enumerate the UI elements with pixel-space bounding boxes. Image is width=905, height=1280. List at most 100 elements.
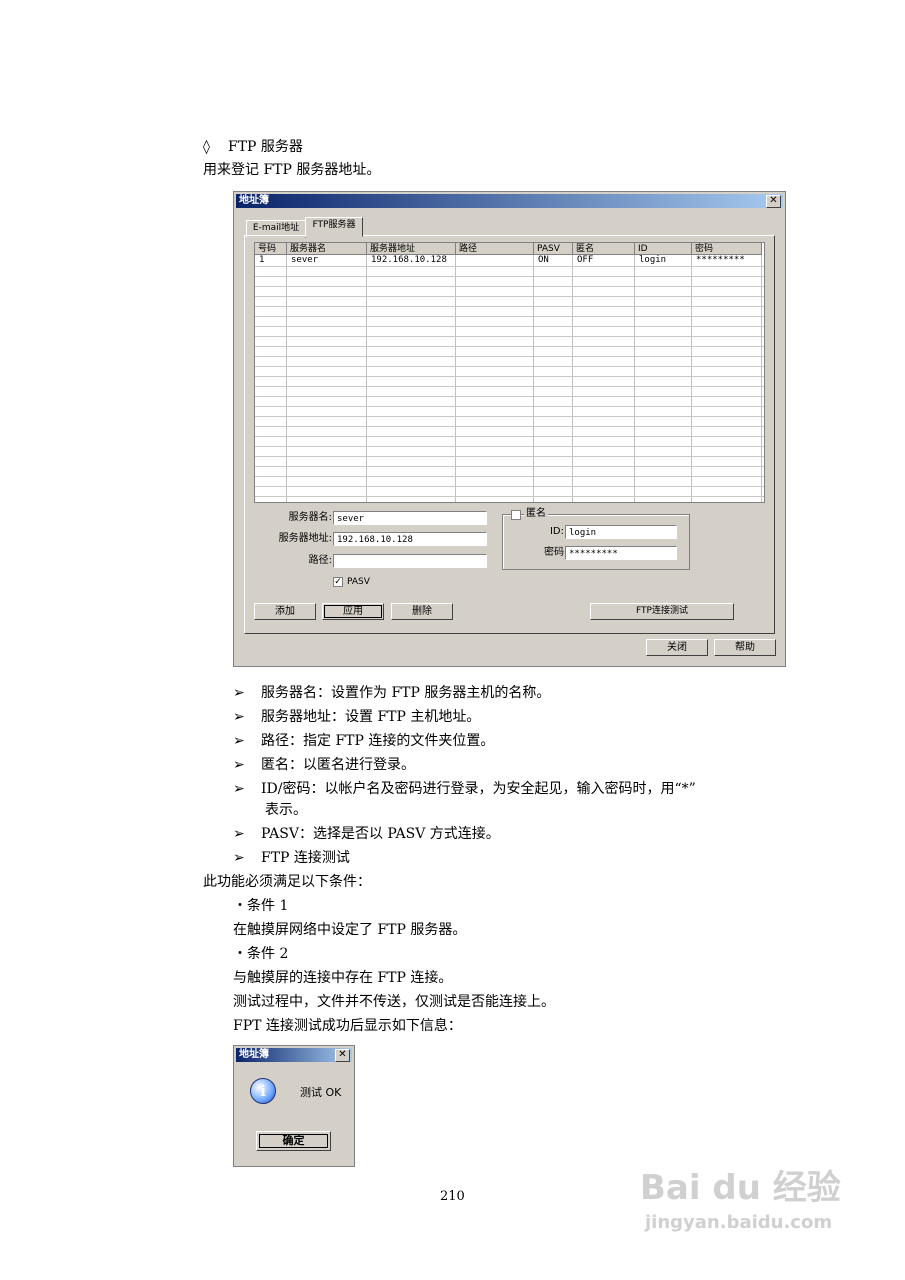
table-cell[interactable]: ********* xyxy=(692,255,762,266)
messagebox-message: 测试 OK xyxy=(300,1086,342,1099)
close-icon[interactable]: ✕ xyxy=(766,195,781,208)
heading-title: FTP 服务器 xyxy=(228,139,303,155)
list-item: ➢ 服务器名：设置作为 FTP 服务器主机的名称。 xyxy=(233,684,833,702)
row-divider xyxy=(255,346,764,347)
bullet-arrow-icon: ➢ xyxy=(233,685,245,701)
intro-text: 用来登记 FTP 服务器地址。 xyxy=(203,162,381,178)
bullet-5-continuation: 表示。 xyxy=(265,802,307,818)
row-divider xyxy=(255,336,764,337)
server-addr-input[interactable]: 192.168.10.128 xyxy=(333,532,487,546)
table-cell[interactable]: 1 xyxy=(255,255,287,266)
ok-button[interactable]: 确定 xyxy=(256,1131,331,1151)
bullet-arrow-icon: ➢ xyxy=(233,850,245,866)
row-divider xyxy=(255,276,764,277)
table-cell[interactable]: ON xyxy=(534,255,573,266)
column-header[interactable]: 路径 xyxy=(456,243,534,255)
bullet-text: 服务器地址：设置 FTP 主机地址。 xyxy=(261,709,481,725)
info-icon: i xyxy=(250,1078,276,1104)
row-divider xyxy=(255,266,764,267)
bullet-text: FTP 连接测试 xyxy=(261,850,350,866)
close-button[interactable]: 关闭 xyxy=(646,639,708,656)
test-note: 测试过程中，文件并不传送，仅测试是否能连接上。 xyxy=(233,994,555,1010)
id-input[interactable]: login xyxy=(565,525,677,539)
page-number: 210 xyxy=(440,1189,465,1204)
password-input[interactable]: ********* xyxy=(565,546,677,560)
list-item: ➢ FTP 连接测试 xyxy=(233,849,833,867)
success-note: FPT 连接测试成功后显示如下信息： xyxy=(233,1018,462,1034)
server-name-input[interactable]: sever xyxy=(333,511,487,525)
row-divider xyxy=(255,376,764,377)
column-header[interactable]: 匿名 xyxy=(573,243,635,255)
apply-button[interactable]: 应用 xyxy=(322,603,384,620)
table-cell[interactable]: login xyxy=(635,255,692,266)
column-divider xyxy=(634,255,635,502)
anonymous-groupbox xyxy=(502,514,690,570)
column-header[interactable]: 服务器名 xyxy=(287,243,367,255)
row-divider xyxy=(255,386,764,387)
bullet-text: 路径：指定 FTP 连接的文件夹位置。 xyxy=(261,733,495,749)
column-divider xyxy=(533,255,534,502)
table-cell[interactable]: sever xyxy=(287,255,367,266)
bullet-arrow-icon: ➢ xyxy=(233,709,245,725)
condition-1-title: ・条件 1 xyxy=(233,898,289,914)
column-divider xyxy=(286,255,287,502)
bullet-text: PASV：选择是否以 PASV 方式连接。 xyxy=(261,826,500,842)
delete-button[interactable]: 删除 xyxy=(391,603,453,620)
column-header[interactable]: ID xyxy=(635,243,692,255)
row-divider xyxy=(255,476,764,477)
password-label: 密码 xyxy=(544,547,564,558)
anonymous-checkbox[interactable] xyxy=(511,510,521,520)
condition-2-text: 与触摸屏的连接中存在 FTP 连接。 xyxy=(233,970,453,986)
list-item: ➢ 匿名：以匿名进行登录。 xyxy=(233,756,833,774)
condition-1-text: 在触摸屏网络中设定了 FTP 服务器。 xyxy=(233,922,467,938)
address-book-dialog: 地址簿 ✕ E-mail地址 FTP服务器 号码 服务器名 服务器地址 路径 PASV 匿… xyxy=(233,191,786,667)
row-divider xyxy=(255,416,764,417)
row-divider xyxy=(255,456,764,457)
list-item: ➢ PASV：选择是否以 PASV 方式连接。 xyxy=(233,825,833,843)
ftp-server-table[interactable]: 号码 服务器名 服务器地址 路径 PASV 匿名 ID 密码 1 sever 192.168.10.… xyxy=(254,242,765,503)
bullet-arrow-icon: ➢ xyxy=(233,733,245,749)
dialog-title: 地址簿 xyxy=(236,194,783,208)
column-divider xyxy=(366,255,367,502)
row-divider xyxy=(255,306,764,307)
tab-ftp[interactable]: FTP服务器 xyxy=(305,217,363,237)
condition-intro: 此功能必须满足以下条件： xyxy=(203,874,371,890)
row-divider xyxy=(255,296,764,297)
column-header[interactable]: 号码 xyxy=(255,243,287,255)
row-divider xyxy=(255,286,764,287)
column-divider xyxy=(761,255,762,502)
column-header[interactable]: 密码 xyxy=(692,243,762,255)
row-divider xyxy=(255,356,764,357)
column-header[interactable]: 服务器地址 xyxy=(367,243,456,255)
path-label: 路径: xyxy=(308,555,332,566)
bullet-text: 匿名：以匿名进行登录。 xyxy=(261,757,415,773)
table-cell[interactable]: 192.168.10.128 xyxy=(367,255,456,266)
row-divider xyxy=(255,486,764,487)
path-input[interactable] xyxy=(333,554,487,568)
row-divider xyxy=(255,406,764,407)
column-divider xyxy=(455,255,456,502)
baidu-watermark-url: jingyan.baidu.com xyxy=(645,1212,833,1233)
help-button[interactable]: 帮助 xyxy=(714,639,776,656)
anonymous-label: 匿名 xyxy=(524,507,548,521)
heading-marker: ◊ xyxy=(203,139,210,155)
list-item: ➢ 服务器地址：设置 FTP 主机地址。 xyxy=(233,708,833,726)
row-divider xyxy=(255,396,764,397)
bullet-arrow-icon: ➢ xyxy=(233,826,245,842)
messagebox-close-icon[interactable]: ✕ xyxy=(335,1049,350,1062)
condition-2-title: ・条件 2 xyxy=(233,946,289,962)
column-header[interactable]: PASV xyxy=(534,243,573,255)
pasv-checkbox[interactable]: ✓ xyxy=(333,577,343,587)
row-divider xyxy=(255,326,764,327)
table-cell[interactable]: OFF xyxy=(573,255,635,266)
test-ok-messagebox: 地址簿 ✕ i 测试 OK 确定 xyxy=(233,1045,355,1167)
bullet-text: ID/密码：以帐户名及密码进行登录，为安全起见，输入密码时，用“*” xyxy=(261,781,696,797)
ftp-test-button[interactable]: FTP连接测试 xyxy=(590,603,734,620)
column-divider xyxy=(691,255,692,502)
add-button[interactable]: 添加 xyxy=(254,603,316,620)
server-addr-label: 服务器地址: xyxy=(278,533,332,544)
row-divider xyxy=(255,366,764,367)
column-divider xyxy=(572,255,573,502)
row-divider xyxy=(255,426,764,427)
bullet-text: 服务器名：设置作为 FTP 服务器主机的名称。 xyxy=(261,685,551,701)
